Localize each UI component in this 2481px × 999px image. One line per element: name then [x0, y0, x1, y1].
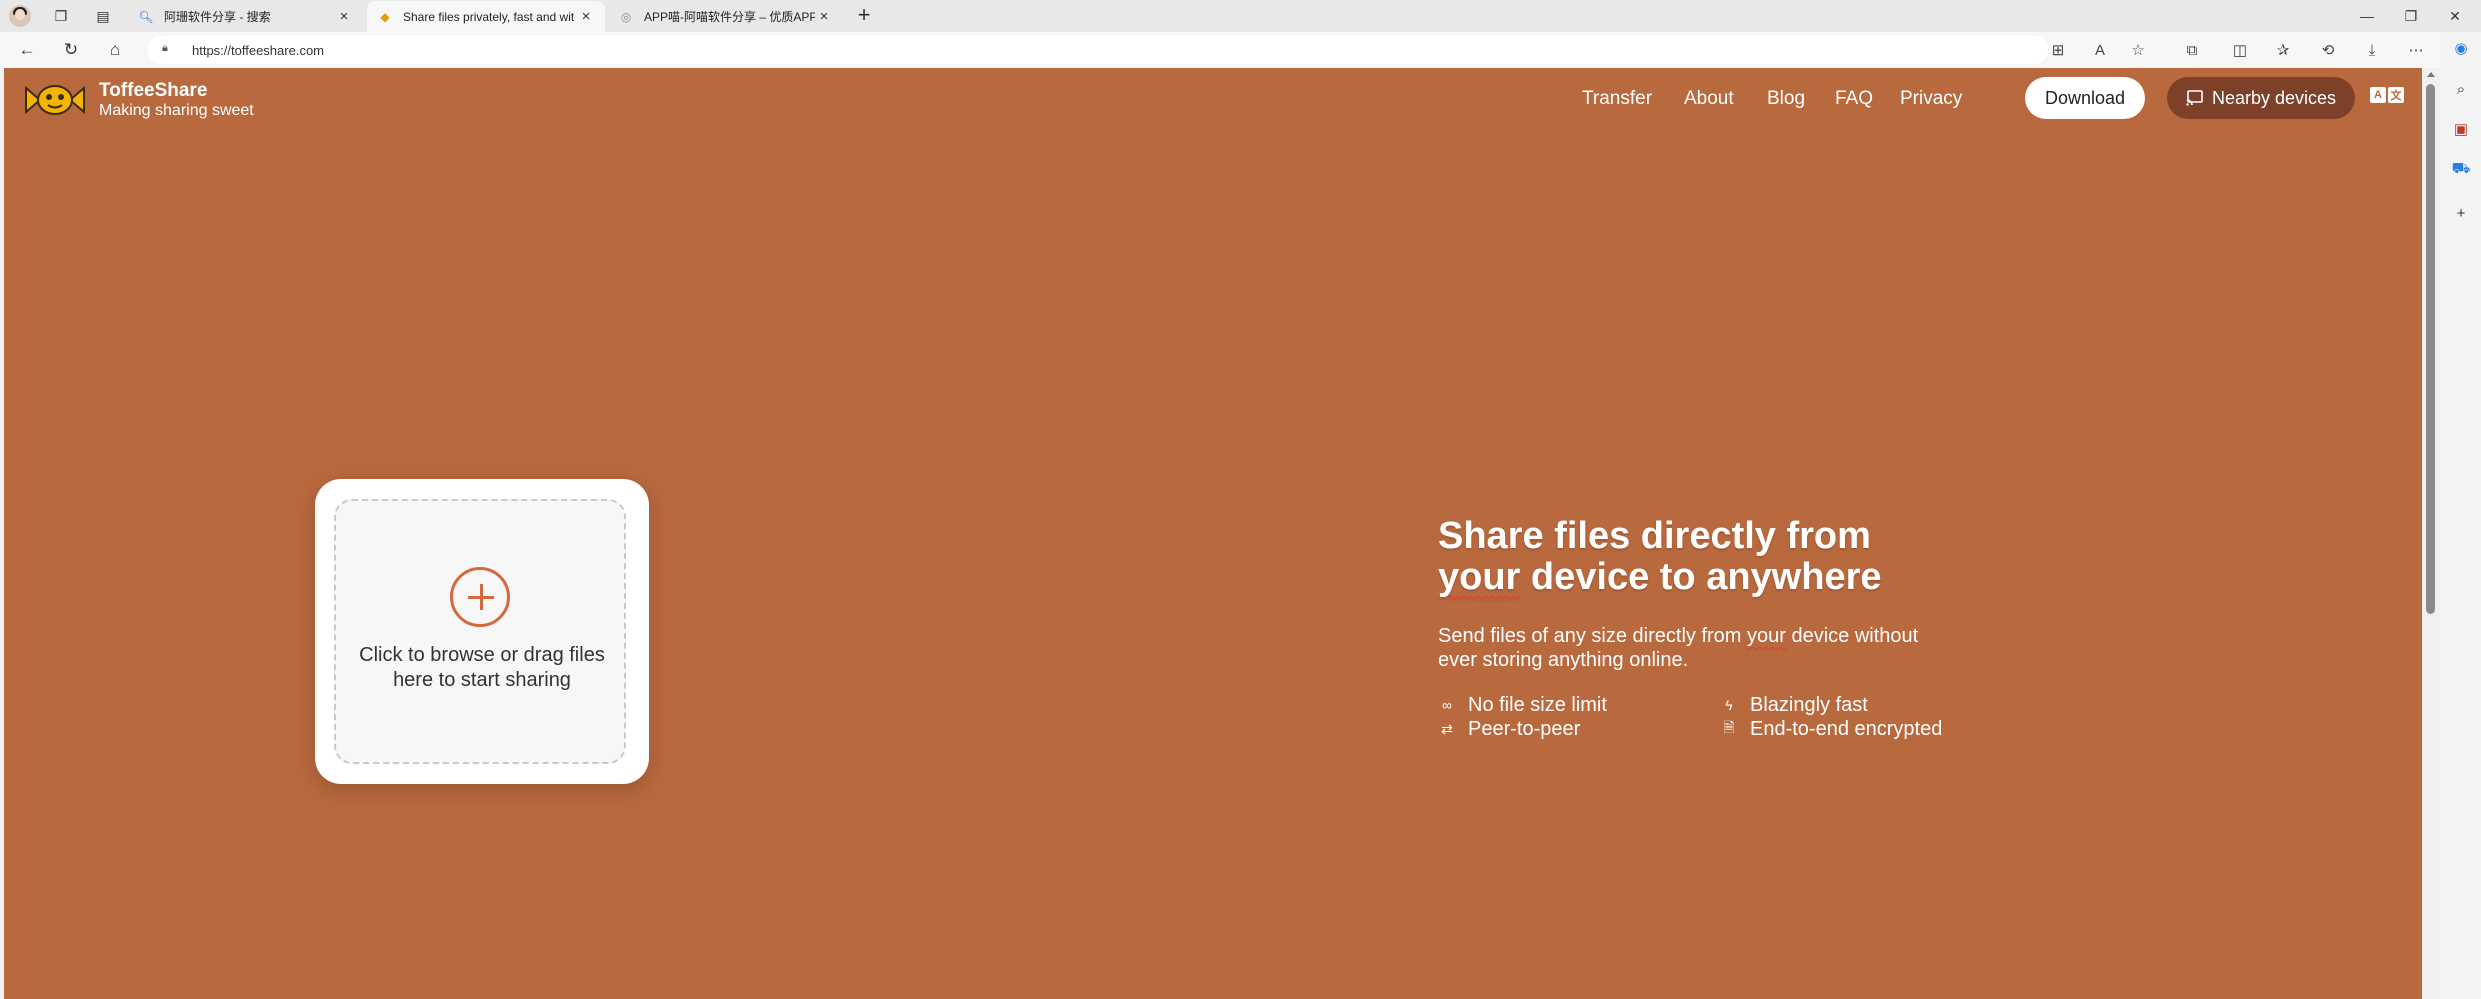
feature-no-size-limit: ∞ No file size limit [1438, 693, 1607, 717]
shopping-icon[interactable]: ⛟ [2450, 158, 2472, 180]
file-drop-card[interactable]: Click to browse or drag files here to st… [315, 479, 649, 784]
hero-title-line2: your device to anywhere [1438, 557, 1998, 598]
lang-a: A [2370, 87, 2386, 103]
download-button[interactable]: Download [2025, 77, 2145, 119]
feature-fast: ϟ Blazingly fast [1720, 693, 1868, 717]
file-drop-zone[interactable]: Click to browse or drag files here to st… [334, 499, 626, 764]
hero-title-rest: device to anywhere [1520, 556, 1882, 598]
feature-label: End-to-end encrypted [1750, 717, 1943, 740]
hero-subtitle: Send files of any size directly from you… [1438, 624, 1958, 672]
lang-b: 文 [2388, 87, 2404, 103]
page-scrollbar[interactable] [2422, 68, 2440, 999]
drop-instructions: Click to browse or drag files here to st… [359, 644, 605, 691]
app-favicon-icon: ◎ [620, 9, 632, 24]
navigation-bar: ← ↻ ⌂ 🔒︎ https://toffeeshare.com ⊞ A ☆ ⧉… [0, 32, 2481, 68]
toffee-favicon-icon: ◆ [380, 9, 390, 24]
download-label: Download [2044, 87, 2126, 108]
tab-actions-icon[interactable]: ▤ [92, 5, 114, 27]
window-close-button[interactable]: ✕ [2435, 4, 2475, 28]
nearby-label: Nearby devices [2211, 87, 2337, 108]
nav-blog[interactable]: Blog [1767, 88, 1805, 110]
toffeeshare-logo[interactable] [24, 80, 86, 120]
copilot-icon[interactable]: ◉ [2450, 37, 2472, 59]
downloads-icon[interactable]: ⤓ [2359, 38, 2385, 62]
back-button[interactable]: ← [14, 38, 40, 62]
profile-avatar[interactable] [9, 5, 31, 27]
toolbox-icon[interactable]: ▣ [2450, 118, 2472, 140]
tab-title: APP喵-阿喵软件分享 – 优质APP [644, 10, 815, 24]
tab-toffeeshare[interactable]: ◆ Share files privately, fast and wit × [367, 1, 605, 32]
extensions-icon[interactable]: ⧉ [2179, 38, 2205, 62]
more-menu-icon[interactable]: ⋯ [2403, 38, 2429, 62]
search-icon[interactable]: ⌕ [2450, 78, 2472, 100]
feature-label: No file size limit [1468, 693, 1607, 716]
scroll-up-arrow-icon[interactable] [2427, 72, 2435, 77]
add-file-icon[interactable] [450, 567, 510, 627]
lock-file-icon: 🗎︎ [1723, 719, 1735, 735]
feature-label: Blazingly fast [1750, 693, 1868, 716]
nav-transfer[interactable]: Transfer [1582, 88, 1652, 110]
restore-button[interactable]: ❐ [2391, 4, 2431, 28]
hero-sub-your: your [1747, 625, 1786, 647]
new-tab-button[interactable]: + [852, 4, 876, 28]
nav-faq[interactable]: FAQ [1835, 88, 1873, 110]
history-icon[interactable]: ⟲ [2315, 38, 2341, 62]
language-icon[interactable]: A 文 [2370, 87, 2406, 107]
tab-appmiao[interactable]: ◎ APP喵-阿喵软件分享 – 优质APP × [608, 1, 843, 32]
tab-title: Share files privately, fast and wit [403, 9, 575, 24]
lightning-icon: ϟ [1725, 697, 1733, 713]
page-viewport: ToffeeShare Making sharing sweet Transfe… [4, 68, 2422, 999]
brand-tagline: Making sharing sweet [99, 102, 254, 119]
hero-sub-a: Send files of any size directly from [1438, 625, 1748, 647]
feature-peer-to-peer: ⇄ Peer-to-peer [1438, 717, 1580, 741]
swap-icon: ⇄ [1441, 720, 1453, 737]
close-icon[interactable]: × [335, 8, 353, 26]
close-icon[interactable]: × [577, 8, 595, 26]
read-aloud-icon[interactable]: A [2087, 38, 2113, 62]
feature-encrypted: 🗎︎ End-to-end encrypted [1720, 717, 1942, 741]
refresh-button[interactable]: ↻ [58, 38, 84, 62]
cast-icon [2186, 90, 2203, 106]
favorite-star-icon[interactable]: ☆ [2125, 38, 2151, 62]
nav-about[interactable]: About [1684, 88, 1734, 110]
edge-sidebar: ◉ ⌕ ▣ ⛟ + [2440, 32, 2481, 999]
home-button[interactable]: ⌂ [102, 38, 128, 62]
add-sidebar-app-icon[interactable]: + [2450, 202, 2472, 224]
minimize-button[interactable]: — [2347, 4, 2387, 28]
brand-name[interactable]: ToffeeShare [99, 80, 207, 102]
favorites-icon[interactable]: ✰ [2270, 38, 2296, 62]
address-bar[interactable]: 🔒︎ https://toffeeshare.com [148, 36, 2048, 64]
workspaces-icon[interactable]: ❐ [50, 5, 72, 27]
lock-icon[interactable]: 🔒︎ [162, 42, 176, 56]
title-bar: ❐ ▤ 🔍︎ 阿珊软件分享 - 搜索 × ◆ Share files priva… [0, 0, 2481, 32]
infinity-icon: ∞ [1442, 697, 1452, 713]
nav-privacy[interactable]: Privacy [1900, 88, 1962, 110]
hero-title-your: your [1438, 556, 1521, 598]
feature-label: Peer-to-peer [1468, 717, 1581, 740]
nearby-devices-button[interactable]: Nearby devices [2167, 77, 2355, 119]
app-available-icon[interactable]: ⊞ [2045, 38, 2071, 62]
split-screen-icon[interactable]: ◫ [2227, 38, 2253, 62]
tab-title: 阿珊软件分享 - 搜索 [164, 10, 271, 24]
url-text[interactable]: https://toffeeshare.com [192, 43, 324, 58]
hero-title-line1: Share files directly from [1438, 515, 1871, 557]
tab-search[interactable]: 🔍︎ 阿珊软件分享 - 搜索 × [128, 1, 363, 32]
hero-title: Share files directly from your device to… [1438, 516, 1998, 598]
close-icon[interactable]: × [815, 8, 833, 26]
scroll-thumb[interactable] [2426, 84, 2435, 614]
search-icon: 🔍︎ [138, 9, 154, 24]
